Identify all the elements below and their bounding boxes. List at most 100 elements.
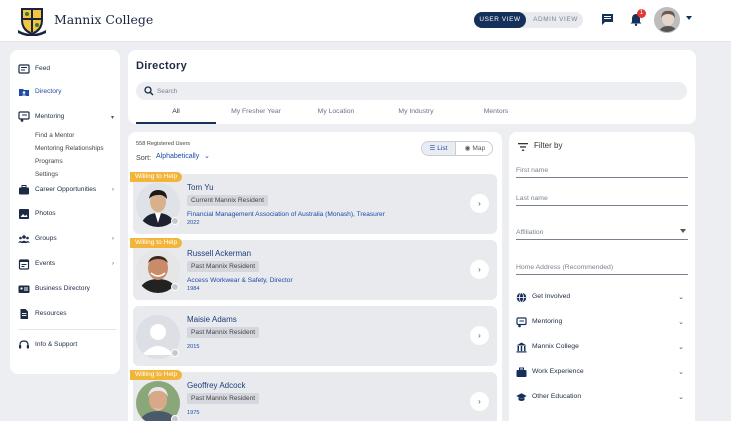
- profile-card[interactable]: Willing to Help Tom Yu Current Mannix Re…: [130, 172, 497, 234]
- home-address-input[interactable]: [516, 261, 676, 273]
- list-view-label: List: [437, 145, 448, 152]
- business-card-icon: [18, 285, 30, 293]
- sidebar-item-feed[interactable]: Feed: [10, 60, 120, 78]
- chevron-down-icon[interactable]: ⌄: [678, 393, 684, 401]
- filter-section-other-education[interactable]: Other Education ⌄: [516, 390, 688, 406]
- filter-section-get-involved[interactable]: Get Involved ⌄: [516, 290, 688, 306]
- sidebar-item-label: Directory: [35, 88, 62, 95]
- sidebar-subitem-programs[interactable]: Programs: [35, 158, 63, 165]
- last-name-input[interactable]: [516, 192, 676, 204]
- chevron-down-icon[interactable]: ⌄: [678, 293, 684, 301]
- filter-section-mentoring[interactable]: Mentoring ⌄: [516, 315, 688, 331]
- profile-name[interactable]: Russell Ackerman: [187, 249, 251, 258]
- profile-name[interactable]: Maisie Adams: [187, 315, 237, 324]
- sidebar-item-events[interactable]: Events ›: [10, 255, 120, 273]
- sidebar-subitem-find-mentor[interactable]: Find a Mentor: [35, 132, 74, 139]
- tab-my-fresher-year[interactable]: My Fresher Year: [216, 108, 296, 115]
- status-dot: [171, 349, 179, 357]
- tab-mentors[interactable]: Mentors: [456, 108, 536, 115]
- chevron-down-icon[interactable]: ▾: [111, 114, 114, 121]
- residency-tag: Current Mannix Resident: [187, 195, 268, 206]
- sidebar-subitem-mentoring-relationships[interactable]: Mentoring Relationships: [35, 145, 104, 152]
- sidebar-item-photos[interactable]: Photos: [10, 205, 120, 223]
- status-dot: [171, 217, 179, 225]
- chevron-down-icon[interactable]: ⌄: [678, 343, 684, 351]
- willing-to-help-badge: Willing to Help: [130, 172, 183, 182]
- sidebar-item-label: Groups: [35, 235, 57, 242]
- sidebar-item-label: Events: [35, 260, 56, 267]
- chevron-right-icon[interactable]: ›: [112, 261, 114, 267]
- user-avatar[interactable]: [654, 7, 680, 33]
- first-name-input[interactable]: [516, 164, 676, 176]
- avatar-photo: [655, 8, 679, 32]
- chevron-right-icon[interactable]: ›: [470, 260, 489, 279]
- affiliation-select[interactable]: [516, 226, 688, 240]
- sidebar-item-mentoring[interactable]: Mentoring ▾: [10, 108, 120, 126]
- tab-my-location[interactable]: My Location: [296, 108, 376, 115]
- profile-name[interactable]: Tom Yu: [187, 183, 214, 192]
- admin-view-button[interactable]: ADMIN VIEW: [528, 12, 583, 28]
- view-toggle: USER VIEW ADMIN VIEW: [474, 12, 583, 28]
- chevron-down-icon[interactable]: ⌄: [678, 318, 684, 326]
- profile-role: Financial Management Association of Aust…: [187, 211, 385, 218]
- status-dot: [171, 415, 179, 421]
- sort-select[interactable]: Alphabetically: [156, 153, 199, 160]
- affiliation-input[interactable]: [516, 226, 676, 238]
- sidebar-item-career[interactable]: Career Opportunities ›: [10, 181, 120, 199]
- tab-all[interactable]: All: [136, 108, 216, 115]
- filter-section-label: Mentoring: [532, 318, 563, 325]
- chevron-right-icon[interactable]: ›: [470, 194, 489, 213]
- profile-name[interactable]: Geoffrey Adcock: [187, 381, 246, 390]
- chevron-down-icon[interactable]: ⌄: [204, 152, 210, 160]
- directory-panel: Directory All My Fresher Year My Locatio…: [128, 50, 696, 124]
- top-bar: Mannix College USER VIEW ADMIN VIEW 1: [0, 0, 731, 42]
- sidebar-item-info-support[interactable]: Info & Support: [10, 336, 120, 354]
- search-icon: [144, 86, 154, 96]
- profile-card[interactable]: Willing to Help Russell Ackerman Past Ma…: [130, 238, 497, 300]
- calendar-icon: [18, 259, 30, 270]
- sidebar-item-resources[interactable]: Resources: [10, 305, 120, 323]
- sidebar-item-label: Business Directory: [35, 285, 90, 292]
- residency-tag: Past Mannix Resident: [187, 261, 260, 272]
- sidebar-item-label: Resources: [35, 310, 67, 317]
- residency-tag: Past Mannix Resident: [187, 327, 260, 338]
- filter-section-label: Other Education: [532, 393, 582, 400]
- sidebar: Feed Directory Mentoring ▾ Find a Mentor…: [10, 50, 120, 374]
- first-name-field[interactable]: [516, 164, 688, 178]
- sidebar-item-label: Career Opportunities: [35, 186, 97, 193]
- map-view-button[interactable]: ◉ Map: [458, 142, 492, 155]
- filter-section-label: Work Experience: [532, 368, 584, 375]
- chat-icon[interactable]: [601, 13, 614, 26]
- sidebar-item-label: Photos: [35, 210, 56, 217]
- chevron-right-icon[interactable]: ›: [470, 392, 489, 411]
- willing-to-help-badge: Willing to Help: [130, 238, 183, 248]
- sidebar-item-directory[interactable]: Directory: [10, 83, 120, 101]
- last-name-field[interactable]: [516, 192, 688, 206]
- filter-section-work-experience[interactable]: Work Experience ⌄: [516, 365, 688, 381]
- profile-card[interactable]: Willing to Help Geoffrey Adcock Past Man…: [130, 370, 497, 421]
- document-icon: [20, 309, 28, 319]
- profile-year: 2015: [187, 344, 200, 350]
- chevron-down-icon[interactable]: ⌄: [678, 368, 684, 376]
- results-panel: 558 Registered Users Sort: Alphabeticall…: [128, 132, 502, 421]
- tab-my-industry[interactable]: My Industry: [376, 108, 456, 115]
- college-crest-logo[interactable]: [18, 6, 46, 36]
- list-view-button[interactable]: ☰ List: [422, 142, 456, 155]
- brand-name[interactable]: Mannix College: [54, 12, 153, 27]
- status-dot: [171, 283, 179, 291]
- profile-card[interactable]: Maisie Adams Past Mannix Resident 2015 ›: [133, 306, 497, 366]
- chevron-right-icon[interactable]: ›: [470, 326, 489, 345]
- sidebar-item-groups[interactable]: Groups ›: [10, 230, 120, 248]
- dropdown-arrow-icon[interactable]: [680, 229, 686, 233]
- chevron-right-icon[interactable]: ›: [112, 187, 114, 193]
- chevron-right-icon[interactable]: ›: [112, 236, 114, 242]
- sidebar-item-business-directory[interactable]: Business Directory: [10, 280, 120, 298]
- home-address-field[interactable]: [516, 261, 688, 275]
- filter-section-mannix-college[interactable]: Mannix College ⌄: [516, 340, 688, 356]
- search-box[interactable]: [136, 82, 687, 100]
- user-view-button[interactable]: USER VIEW: [474, 12, 526, 28]
- account-menu-caret-icon[interactable]: [686, 16, 692, 20]
- globe-icon: [516, 292, 527, 303]
- sidebar-subitem-settings[interactable]: Settings: [35, 171, 58, 178]
- search-input[interactable]: [157, 85, 677, 97]
